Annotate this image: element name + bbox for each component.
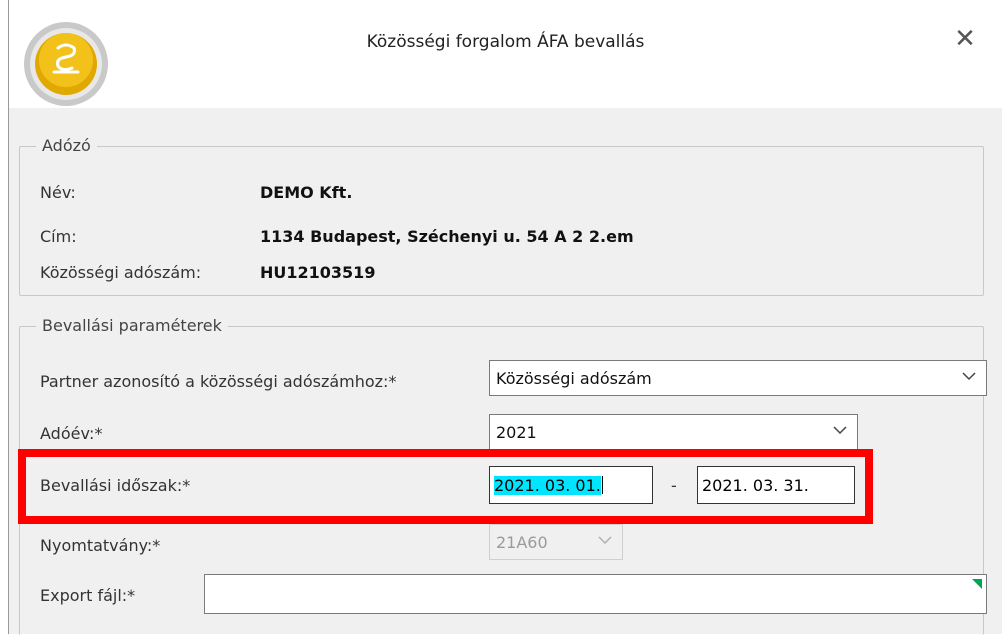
title-bar: [9, 0, 1002, 108]
address-value: 1134 Budapest, Széchenyi u. 54 A 2 2.em: [260, 227, 634, 246]
partner-id-select[interactable]: Közösségi adószám: [489, 360, 987, 396]
chevron-down-icon: [833, 426, 847, 435]
form-select[interactable]: 21A60: [489, 524, 623, 560]
partner-id-label: Partner azonosító a közösségi adószámhoz…: [40, 372, 397, 391]
form-label: Nyomtatvány:*: [40, 536, 161, 555]
window-title: Közösségi forgalom ÁFA bevallás: [366, 32, 645, 52]
chevron-down-icon: [598, 536, 612, 545]
vat-number-value: HU12103519: [260, 263, 376, 282]
parameters-legend: Bevallási paraméterek: [36, 316, 228, 335]
window-left-edge: [0, 0, 9, 634]
close-icon[interactable]: ✕: [952, 26, 978, 52]
partner-id-select-value: Közösségi adószám: [496, 369, 652, 388]
tax-year-select-value: 2021: [496, 423, 537, 442]
chevron-down-icon: [962, 372, 976, 381]
highlight-frame: [18, 449, 873, 524]
form-select-value: 21A60: [496, 533, 548, 552]
address-label: Cím:: [40, 227, 77, 246]
dialog-window: Közösségi forgalom ÁFA bevallás ✕ Adózó …: [0, 0, 1002, 635]
vat-number-label: Közösségi adószám:: [40, 263, 202, 282]
export-file-label: Export fájl:*: [40, 586, 136, 605]
taxpayer-legend: Adózó: [36, 136, 97, 155]
name-value: DEMO Kft.: [260, 183, 353, 202]
tax-year-label: Adóév:*: [40, 424, 103, 443]
tax-year-select[interactable]: 2021: [489, 414, 858, 450]
export-file-input[interactable]: [204, 574, 987, 614]
name-label: Név:: [40, 183, 76, 202]
required-marker-icon: [972, 579, 982, 589]
